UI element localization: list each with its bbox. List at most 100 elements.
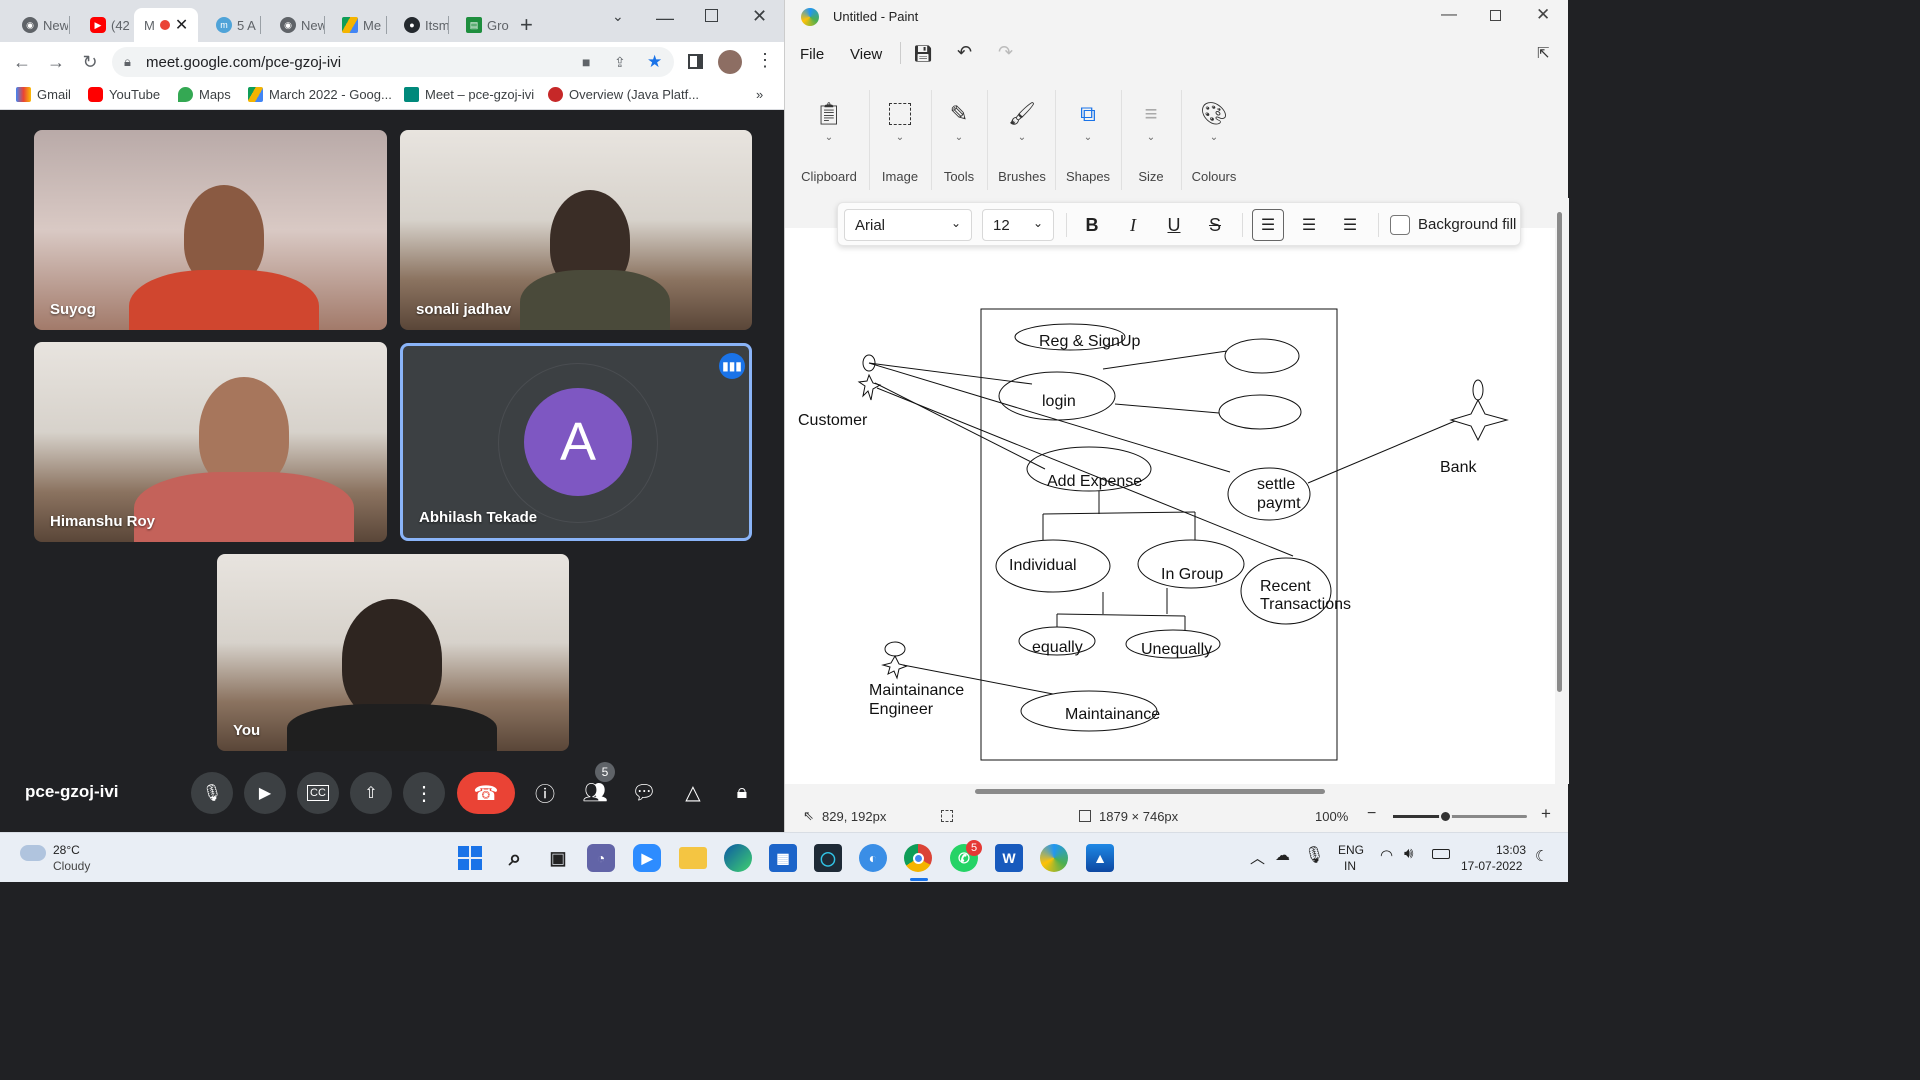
weather-temp[interactable]: 28°C xyxy=(53,843,80,857)
battery-icon[interactable] xyxy=(1432,849,1450,859)
clock-date[interactable]: 17-07-2022 xyxy=(1461,859,1522,873)
zoom-slider-thumb[interactable] xyxy=(1439,810,1452,823)
minimize-button[interactable]: — xyxy=(656,8,674,29)
microphone-icon[interactable]: 🎙︎ xyxy=(1304,845,1324,865)
bookmark-maps[interactable]: Maps xyxy=(178,87,231,102)
onedrive-icon[interactable]: ☁︎ xyxy=(1275,846,1290,864)
ribbon-clipboard[interactable]: 📋︎ ⌄ Clipboard xyxy=(797,90,861,190)
vertical-scrollbar[interactable] xyxy=(1557,212,1562,692)
bookmark-meet[interactable]: Meet – pce-gzoj-ivi xyxy=(404,87,534,102)
ribbon-tools[interactable]: ✎ ⌄ Tools xyxy=(935,90,983,190)
task-view-button[interactable]: ▣ xyxy=(542,842,574,874)
participant-tile-you[interactable]: You xyxy=(217,554,569,751)
horizontal-scrollbar[interactable] xyxy=(975,789,1325,794)
clock-time[interactable]: 13:03 xyxy=(1496,843,1526,857)
tab-drive[interactable]: Me xyxy=(324,8,386,42)
app-button[interactable]: ◐ xyxy=(859,844,887,872)
zoom-slider[interactable] xyxy=(1393,810,1527,823)
meeting-info-button[interactable]: ⓘ xyxy=(527,774,563,810)
volume-icon[interactable]: 🔊︎ xyxy=(1404,845,1413,862)
side-panel-icon[interactable] xyxy=(688,54,703,69)
more-options-button[interactable]: ⋮ xyxy=(403,772,445,814)
activities-button[interactable]: △ xyxy=(675,774,711,810)
ribbon-colours[interactable]: 🎨︎ ⌄ Colours xyxy=(1185,90,1243,190)
new-tab-button[interactable]: + xyxy=(520,12,533,38)
close-window-button[interactable]: ✕ xyxy=(1536,5,1550,25)
search-button[interactable]: ⌕ xyxy=(499,842,531,874)
font-size-select[interactable]: 12 ⌄ xyxy=(982,209,1054,241)
captions-button[interactable]: CC xyxy=(297,772,339,814)
share-icon[interactable]: ⇪ xyxy=(614,54,626,71)
share-icon[interactable]: ⇱ xyxy=(1537,44,1550,62)
background-fill-checkbox[interactable] xyxy=(1390,215,1410,235)
cortana-button[interactable]: ◯ xyxy=(814,844,842,872)
back-button[interactable]: ← xyxy=(10,50,34,74)
menu-file[interactable]: File xyxy=(800,46,824,63)
store-button[interactable]: ▦ xyxy=(769,844,797,872)
tab-classroom[interactable]: ▤ Gro xyxy=(448,8,510,42)
profile-avatar[interactable] xyxy=(718,50,742,74)
close-window-button[interactable]: ✕ xyxy=(752,6,767,27)
file-explorer-button[interactable] xyxy=(679,847,707,869)
host-controls-button[interactable]: 🔒︎ xyxy=(724,774,760,810)
strikethrough-button[interactable]: S xyxy=(1199,209,1231,241)
microphone-button[interactable]: 🎙︎ xyxy=(191,772,233,814)
underline-button[interactable]: U xyxy=(1158,209,1190,241)
participant-tile-sonali[interactable]: sonali jadhav xyxy=(400,130,752,330)
teams-button[interactable]: ◔ xyxy=(587,844,615,872)
tab-github[interactable]: ● Itsm xyxy=(386,8,448,42)
weather-desc[interactable]: Cloudy xyxy=(53,859,90,873)
bookmark-java-overview[interactable]: Overview (Java Platf... xyxy=(548,87,699,102)
camera-icon[interactable]: ■ xyxy=(582,54,590,70)
participant-tile-suyog[interactable]: Suyog xyxy=(34,130,387,330)
maximize-button[interactable] xyxy=(1490,10,1501,21)
participant-tile-abhilash[interactable]: A ▮▮▮ Abhilash Tekade xyxy=(400,343,752,541)
show-hidden-icons[interactable]: ︿ xyxy=(1250,847,1265,868)
save-icon[interactable]: 💾︎ xyxy=(913,44,933,64)
ribbon-image[interactable]: ⌄ Image xyxy=(873,90,927,190)
align-left-button[interactable]: ☰ xyxy=(1252,209,1284,241)
close-tab-icon[interactable]: ✕ xyxy=(175,15,188,35)
wifi-icon[interactable]: ◠ xyxy=(1380,846,1393,864)
undo-icon[interactable]: ↶ xyxy=(957,42,972,63)
present-button[interactable]: ⇧ xyxy=(350,772,392,814)
bold-button[interactable]: B xyxy=(1076,209,1108,241)
word-button[interactable]: W xyxy=(995,844,1023,872)
ribbon-brushes[interactable]: 🖌︎ ⌄ Brushes xyxy=(991,90,1053,190)
start-button[interactable] xyxy=(454,842,486,874)
align-right-button[interactable]: ☰ xyxy=(1334,209,1366,241)
more-menu-icon[interactable]: ⋮ xyxy=(756,50,774,71)
chrome-taskbar-button[interactable] xyxy=(904,844,932,872)
tab-5a[interactable]: m 5 A xyxy=(198,8,260,42)
region-indicator[interactable]: IN xyxy=(1344,859,1356,873)
bookmark-star-icon[interactable]: ★ xyxy=(647,52,662,72)
camera-button[interactable]: ▶ xyxy=(244,772,286,814)
end-call-button[interactable]: ☎ xyxy=(457,772,515,814)
language-indicator[interactable]: ENG xyxy=(1338,843,1364,857)
reload-button[interactable]: ↻ xyxy=(78,50,102,74)
photos-button[interactable]: ▲ xyxy=(1086,844,1114,872)
redo-icon[interactable]: ↷ xyxy=(998,42,1013,63)
align-center-button[interactable]: ☰ xyxy=(1293,209,1325,241)
address-bar[interactable]: 🔒︎ meet.google.com/pce-gzoj-ivi ■ ⇪ ★ xyxy=(112,47,674,77)
zoom-out-button[interactable]: − xyxy=(1367,805,1376,823)
drawing-canvas[interactable]: Reg & SignUp login Add Expense settle pa… xyxy=(785,212,1562,784)
participant-tile-himanshu[interactable]: Himanshu Roy xyxy=(34,342,387,542)
zoom-app-button[interactable]: ▶ xyxy=(633,844,661,872)
menu-view[interactable]: View xyxy=(850,46,882,63)
minimize-button[interactable]: — xyxy=(1441,6,1457,24)
tab-new-2[interactable]: ◉ New xyxy=(262,8,324,42)
do-not-disturb-icon[interactable]: ☾ xyxy=(1535,847,1548,865)
ribbon-shapes[interactable]: ⧉ ⌄ Shapes xyxy=(1059,90,1117,190)
tab-search-icon[interactable]: ⌄ xyxy=(612,8,624,25)
tab-meet-active[interactable]: M ✕ xyxy=(134,8,198,42)
bookmark-gmail[interactable]: Gmail xyxy=(16,87,71,102)
tab-new-1[interactable]: ◉ New xyxy=(4,8,68,42)
zoom-in-button[interactable]: + xyxy=(1541,804,1551,824)
maximize-button[interactable] xyxy=(705,9,718,22)
paint-taskbar-button[interactable] xyxy=(1040,844,1068,872)
bookmark-youtube[interactable]: YouTube xyxy=(88,87,160,102)
chat-button[interactable]: 💬︎ xyxy=(626,774,662,810)
font-family-select[interactable]: Arial ⌄ xyxy=(844,209,972,241)
italic-button[interactable]: I xyxy=(1117,209,1149,241)
